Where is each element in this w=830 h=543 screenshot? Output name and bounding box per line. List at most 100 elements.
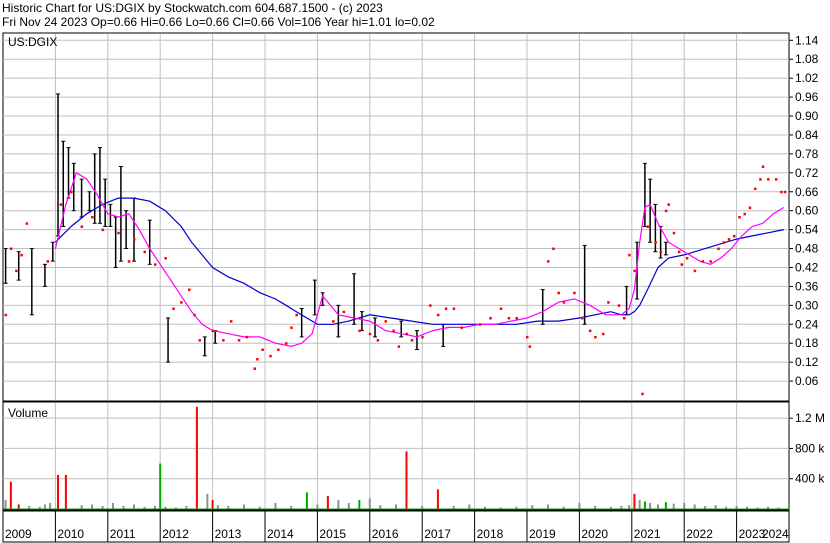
price-point bbox=[198, 339, 201, 342]
price-point bbox=[376, 339, 380, 342]
price-point bbox=[693, 269, 697, 273]
volume-bar bbox=[714, 505, 717, 509]
price-tick-label: 0.06 bbox=[795, 374, 819, 388]
volume-bar bbox=[4, 499, 7, 509]
price-point bbox=[342, 310, 346, 314]
price-point bbox=[117, 231, 120, 235]
volume-bar bbox=[436, 489, 439, 509]
volume-tick-label: 400 k bbox=[795, 472, 825, 486]
year-label: 2015 bbox=[319, 527, 346, 541]
price-tick-label: 0.30 bbox=[795, 298, 819, 312]
volume-bar bbox=[80, 505, 83, 509]
price-point bbox=[646, 225, 650, 228]
price-point bbox=[780, 190, 783, 194]
price-point bbox=[245, 335, 249, 339]
volume-bar bbox=[91, 504, 94, 509]
volume-bar bbox=[657, 504, 659, 509]
price-point bbox=[256, 357, 259, 361]
price-point bbox=[680, 263, 684, 266]
price-point bbox=[80, 225, 84, 228]
year-label: 2018 bbox=[477, 527, 504, 541]
price-point bbox=[607, 301, 610, 304]
price-tick-label: 0.96 bbox=[795, 90, 819, 104]
price-point bbox=[397, 345, 401, 348]
price-panel-title: US:DGIX bbox=[8, 35, 57, 49]
price-point bbox=[515, 316, 519, 320]
volume-bar bbox=[347, 502, 350, 509]
price-point bbox=[761, 165, 765, 169]
price-point bbox=[743, 212, 746, 216]
price-point bbox=[460, 326, 463, 329]
year-label: 2022 bbox=[686, 527, 713, 541]
volume-bar bbox=[405, 451, 408, 509]
price-point bbox=[429, 304, 432, 307]
price-point bbox=[557, 291, 560, 295]
volume-bar bbox=[159, 463, 162, 509]
volume-bar bbox=[17, 504, 20, 509]
volume-bar bbox=[133, 504, 135, 509]
price-point bbox=[601, 332, 605, 336]
price-point bbox=[277, 348, 280, 352]
price-point bbox=[701, 260, 705, 263]
price-point bbox=[392, 329, 395, 333]
price-point bbox=[332, 320, 335, 323]
price-point bbox=[211, 329, 215, 333]
price-point bbox=[172, 307, 175, 310]
year-label: 2010 bbox=[57, 527, 84, 541]
price-tick-label: 0.84 bbox=[795, 128, 819, 142]
price-point bbox=[767, 178, 770, 181]
price-point bbox=[685, 257, 689, 260]
volume-tick-label: 1.2 M bbox=[795, 411, 825, 425]
price-tick-label: 0.90 bbox=[795, 109, 819, 123]
price-point bbox=[622, 316, 626, 320]
price-point bbox=[783, 190, 787, 194]
year-label: 2009 bbox=[5, 527, 32, 541]
price-point bbox=[759, 178, 762, 181]
price-tick-label: 0.12 bbox=[795, 355, 819, 369]
price-tick-label: 0.48 bbox=[795, 242, 819, 256]
price-point bbox=[748, 206, 752, 210]
price-point bbox=[546, 260, 550, 263]
price-point bbox=[164, 257, 167, 260]
price-point bbox=[562, 301, 566, 304]
price-point bbox=[46, 260, 50, 263]
volume-bar bbox=[305, 492, 308, 509]
year-label: 2013 bbox=[215, 527, 242, 541]
price-tick-label: 0.72 bbox=[795, 166, 819, 180]
price-point bbox=[552, 247, 555, 251]
volume-bar bbox=[638, 499, 641, 509]
year-label: 2012 bbox=[162, 527, 189, 541]
price-point bbox=[25, 222, 29, 225]
volume-bar bbox=[43, 504, 46, 509]
price-point bbox=[358, 329, 361, 333]
price-point bbox=[617, 304, 621, 307]
price-tick-label: 0.42 bbox=[795, 260, 819, 274]
price-point bbox=[127, 260, 131, 263]
volume-bar bbox=[368, 498, 371, 509]
price-point bbox=[633, 269, 636, 273]
price-tick-label: 0.18 bbox=[795, 336, 819, 350]
price-point bbox=[295, 313, 298, 317]
volume-bar bbox=[531, 505, 534, 509]
price-point bbox=[594, 335, 597, 339]
volume-bar bbox=[9, 481, 12, 509]
price-point bbox=[507, 316, 511, 320]
price-point bbox=[368, 332, 372, 336]
price-tick-label: 0.60 bbox=[795, 204, 819, 218]
volume-bar bbox=[216, 505, 219, 509]
volume-panel-title: Volume bbox=[8, 406, 48, 420]
price-point bbox=[717, 247, 720, 251]
volume-bar bbox=[57, 474, 60, 509]
volume-bar bbox=[316, 504, 319, 509]
price-point bbox=[573, 291, 576, 295]
volume-bar bbox=[379, 505, 382, 509]
year-label: 2017 bbox=[424, 527, 451, 541]
volume-bar bbox=[337, 499, 340, 509]
volume-tick-label: 800 k bbox=[795, 441, 825, 455]
price-point bbox=[753, 187, 757, 191]
price-point bbox=[4, 313, 8, 317]
volume-bar bbox=[112, 502, 115, 509]
volume-bar bbox=[643, 501, 646, 509]
year-label: 2014 bbox=[267, 527, 294, 541]
price-tick-label: 1.08 bbox=[795, 52, 819, 66]
